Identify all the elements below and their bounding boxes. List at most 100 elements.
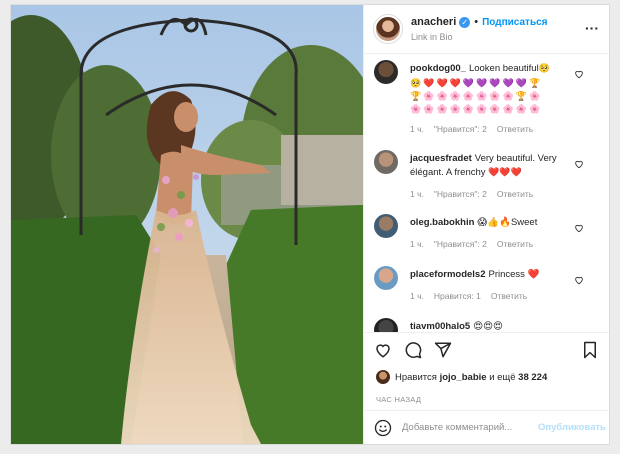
comment-text: Looken beautiful: [468, 63, 539, 74]
comment-text-line: tiavm00halo5 😍😍😍: [410, 320, 578, 332]
comment-text-line: oleg.babokhin 😱👍🔥Sweet: [410, 216, 578, 230]
bookmark-icon[interactable]: [581, 341, 599, 359]
commenter-avatar[interactable]: [374, 266, 398, 290]
comment-text: Princess ❤️: [488, 269, 540, 280]
comment-icon[interactable]: [404, 341, 422, 359]
smiley-icon[interactable]: [374, 419, 392, 437]
verified-badge-icon: ✓: [459, 16, 471, 28]
emoji-icon: 🌸: [476, 91, 488, 101]
emoji-icon: 💜: [502, 78, 514, 88]
liker-username[interactable]: jojo_babie: [440, 372, 487, 383]
emoji-icon: 🌸: [462, 91, 475, 101]
emoji-icon: 🏆: [515, 91, 527, 101]
likes-count[interactable]: 38 224: [518, 372, 547, 383]
commenter-avatar[interactable]: [374, 60, 398, 84]
comment-text-line: jacquesfradet Very beautiful. Very élégan…: [410, 152, 578, 180]
comment-meta: 1 ч. "Нравится": 2 Ответить: [410, 237, 578, 251]
heart-icon[interactable]: [574, 69, 584, 79]
commenter-username[interactable]: placeformodels2: [410, 269, 486, 280]
comment-text: 😍😍😍: [473, 321, 503, 332]
heart-icon[interactable]: [574, 223, 584, 233]
emoji-icon: 🌸: [528, 91, 541, 101]
author-info: anacheri ✓ • Подписаться Link in Bio: [411, 16, 548, 42]
emoji-icon: 🌸: [449, 91, 461, 101]
commenter-username[interactable]: jacquesfradet: [410, 153, 472, 164]
emoji-icon: 🌸: [489, 104, 501, 114]
emoji-icon: ❤️: [436, 78, 448, 88]
comment-item: jacquesfradet Very beautiful. Very élégan…: [374, 150, 604, 206]
heart-icon[interactable]: [574, 159, 584, 169]
emoji-icon: 🏆: [528, 78, 541, 88]
comment-meta: 1 ч. "Нравится": 2 Ответить: [410, 122, 578, 136]
emoji-icon: 🌸: [528, 104, 541, 114]
emoji-icon: 🌸: [489, 91, 501, 101]
publish-button[interactable]: Опубликовать: [538, 422, 606, 433]
commenter-avatar[interactable]: [374, 318, 398, 332]
follow-button[interactable]: Подписаться: [482, 17, 547, 28]
author-bio: Link in Bio: [411, 32, 453, 42]
comment-meta: 1 ч. "Нравится": 2 Ответить: [410, 187, 578, 201]
heart-icon[interactable]: [574, 275, 584, 285]
comments-list[interactable]: pookdog00_ Looken beautiful🥺 🥺 ❤️ ❤️ ❤️ 💜 💜 💜 💜 💜…: [364, 54, 609, 332]
comment-time: 1 ч.: [410, 291, 424, 301]
emoji-row: 🌸 🌸 🌸 🌸 🌸 🌸 🌸 🌸 🌸 🌸: [410, 104, 578, 115]
emoji-icon: 🌸: [423, 104, 435, 114]
reply-button[interactable]: Ответить: [497, 122, 533, 136]
comment-item: tiavm00halo5 😍😍😍: [374, 318, 604, 332]
comment-item: pookdog00_ Looken beautiful🥺 🥺 ❤️ ❤️ ❤️ 💜 💜 💜 💜 💜…: [374, 60, 604, 144]
comment-text-line: placeformodels2 Princess ❤️: [410, 268, 578, 282]
comment-text: 😱👍🔥Sweet: [477, 217, 538, 228]
emoji-icon: 🌸: [502, 104, 514, 114]
emoji-row: 🥺 ❤️ ❤️ ❤️ 💜 💜 💜 💜 💜 🏆: [410, 78, 578, 89]
likes-mid: и ещё: [489, 371, 516, 383]
emoji-icon: 🌸: [515, 104, 527, 114]
comment-likes[interactable]: "Нравится": 2: [434, 187, 487, 201]
emoji-icon: 🌸: [476, 104, 488, 114]
emoji-icon: 💜: [515, 78, 527, 88]
comment-input[interactable]: [402, 422, 534, 433]
emoji-row: 🏆 🌸 🌸 🌸 🌸 🌸 🌸 🌸 🏆 🌸: [410, 91, 578, 102]
comment-time: 1 ч.: [410, 239, 424, 249]
emoji-icon: 🌸: [423, 91, 435, 101]
comment-body: pookdog00_ Looken beautiful🥺 🥺 ❤️ ❤️ ❤️ 💜 💜 💜 💜 💜…: [410, 62, 578, 136]
commenter-avatar[interactable]: [374, 150, 398, 174]
likes-prefix: Нравится: [395, 371, 437, 383]
comment-text-line: pookdog00_ Looken beautiful🥺: [410, 62, 578, 76]
comment-likes[interactable]: "Нравится": 2: [434, 237, 487, 251]
emoji-icon: 🌸: [436, 91, 448, 101]
reply-button[interactable]: Ответить: [491, 289, 527, 303]
comment-likes[interactable]: "Нравится": 2: [434, 122, 487, 136]
comment-item: oleg.babokhin 😱👍🔥Sweet 1 ч. "Нравится": 2…: [374, 214, 604, 258]
emoji-icon: 🌸: [410, 104, 422, 114]
reply-button[interactable]: Ответить: [497, 187, 533, 201]
more-dots-icon[interactable]: ···: [585, 21, 599, 35]
paper-plane-icon[interactable]: [434, 341, 452, 359]
emoji-icon: 💜: [489, 78, 501, 88]
author-avatar[interactable]: [374, 15, 402, 43]
garden-gown-photo: [11, 5, 363, 444]
heart-icon[interactable]: [374, 341, 392, 359]
liker-avatar[interactable]: [376, 370, 390, 384]
heart-emoji-icon: ❤️❤️❤️: [488, 167, 522, 177]
reply-button[interactable]: Ответить: [497, 237, 533, 251]
author-row: anacheri ✓ • Подписаться: [411, 16, 548, 28]
separator-dot: •: [474, 16, 479, 28]
comment-body: oleg.babokhin 😱👍🔥Sweet 1 ч. "Нравится": 2…: [410, 216, 578, 251]
emoji-icon: 🌸: [449, 104, 461, 114]
post-header: anacheri ✓ • Подписаться Link in Bio ···: [364, 5, 609, 54]
emoji-icon: 💜: [462, 78, 475, 88]
comment-body: jacquesfradet Very beautiful. Very élégan…: [410, 152, 578, 201]
emoji-icon: ❤️: [423, 78, 435, 88]
author-username[interactable]: anacheri: [411, 16, 456, 28]
post-timestamp: ЧАС НАЗАД: [376, 394, 422, 404]
pleading-face-icon: 🥺: [538, 63, 550, 73]
commenter-avatar[interactable]: [374, 214, 398, 238]
commenter-username[interactable]: tiavm00halo5: [410, 321, 470, 332]
comment-likes[interactable]: Нравится: 1: [434, 289, 481, 303]
post-photo[interactable]: [11, 5, 363, 444]
instagram-post: anacheri ✓ • Подписаться Link in Bio ···…: [10, 4, 610, 445]
likes-summary: Нравится jojo_babie и ещё 38 224: [364, 366, 609, 388]
emoji-icon: ❤️: [449, 78, 461, 88]
commenter-username[interactable]: pookdog00_: [410, 63, 466, 74]
commenter-username[interactable]: oleg.babokhin: [410, 217, 474, 228]
